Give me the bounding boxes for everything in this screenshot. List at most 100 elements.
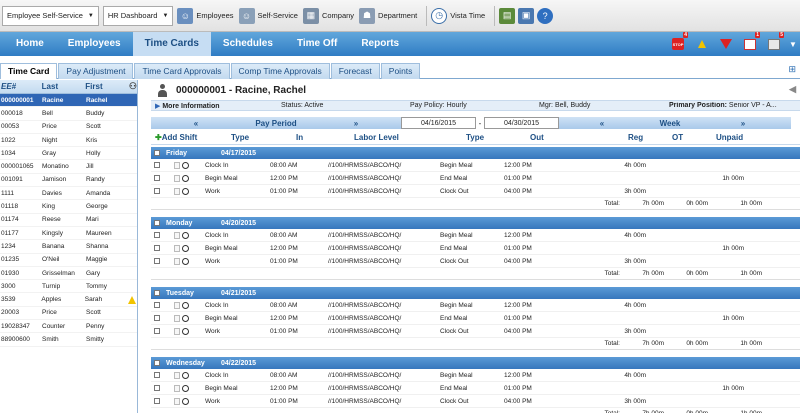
window-icon[interactable]: ▣: [518, 7, 535, 24]
shift-checkbox[interactable]: [154, 372, 160, 378]
nav-schedules[interactable]: Schedules: [211, 33, 285, 55]
vista-time-link[interactable]: ◷ Vista Time: [431, 7, 485, 24]
warning-alert-button[interactable]: [690, 33, 714, 55]
shift-checkbox[interactable]: [154, 245, 160, 251]
note-icon[interactable]: [174, 327, 180, 335]
search-icon[interactable]: [182, 231, 189, 239]
search-icon[interactable]: [182, 257, 189, 265]
employee-row[interactable]: 000001065 Monatino Jill: [0, 160, 137, 174]
period-start-input[interactable]: 04/16/2015: [401, 117, 476, 129]
tasks-button[interactable]: 5: [762, 32, 786, 55]
shift-checkbox[interactable]: [154, 188, 160, 194]
day-select-checkbox[interactable]: [154, 150, 160, 156]
shift-checkbox[interactable]: [154, 385, 160, 391]
clipboard-icon[interactable]: ▤: [499, 7, 516, 24]
note-icon[interactable]: [174, 161, 180, 169]
employee-row[interactable]: 01174 Reese Mari: [0, 214, 137, 227]
help-icon[interactable]: ?: [537, 7, 554, 24]
nav-time-off[interactable]: Time Off: [285, 33, 349, 55]
col-first[interactable]: First: [85, 82, 129, 91]
employee-row[interactable]: 01235 O'Neil Maggie: [0, 254, 137, 267]
employee-row[interactable]: 3539 Apples Sarah: [0, 293, 137, 307]
employee-row[interactable]: 01177 Kingsly Maureen: [0, 227, 137, 241]
day-select-checkbox[interactable]: [154, 360, 160, 366]
search-icon[interactable]: [182, 174, 189, 182]
day-select-checkbox[interactable]: [154, 220, 160, 226]
employees-link[interactable]: ☺ Employees: [177, 7, 234, 24]
filter-people-icon[interactable]: ⚇: [129, 81, 137, 92]
search-icon[interactable]: [182, 301, 189, 309]
tab-time-card[interactable]: Time Card: [0, 63, 58, 79]
note-icon[interactable]: [174, 314, 180, 322]
nav-reports[interactable]: Reports: [349, 33, 411, 55]
back-arrow-icon[interactable]: ◀: [789, 84, 796, 95]
shift-checkbox[interactable]: [154, 315, 160, 321]
employee-row[interactable]: 1234 Banana Shanna: [0, 240, 137, 254]
employee-row[interactable]: 1034 Gray Holly: [0, 147, 137, 161]
note-icon[interactable]: [174, 384, 180, 392]
nav-employees[interactable]: Employees: [56, 33, 133, 55]
pay-period-prev-button[interactable]: «: [151, 117, 241, 129]
note-icon[interactable]: [174, 244, 180, 252]
add-shift-button[interactable]: ✚Add Shift: [151, 133, 231, 142]
employee-row[interactable]: 000000001 Racine Rachel: [0, 94, 137, 108]
employee-row[interactable]: 88900600 Smith Smitty: [0, 333, 137, 347]
note-icon[interactable]: [174, 257, 180, 265]
employee-row[interactable]: 20003 Price Scott: [0, 307, 137, 321]
portal-dropdown[interactable]: Employee Self-Service ▼: [2, 5, 99, 26]
self-service-link[interactable]: ☺ Self-Service: [238, 7, 298, 24]
department-link[interactable]: ☗ Department: [359, 7, 417, 24]
employee-row[interactable]: 1111 Davies Amanda: [0, 187, 137, 201]
note-icon[interactable]: [174, 301, 180, 309]
note-icon[interactable]: [174, 371, 180, 379]
nav-time-cards[interactable]: Time Cards: [132, 32, 211, 56]
messages-button[interactable]: 1: [738, 32, 762, 55]
search-icon[interactable]: [182, 384, 189, 392]
company-link[interactable]: ▦ Company: [302, 7, 354, 24]
search-icon[interactable]: [182, 327, 189, 335]
tab-comp-time-approvals[interactable]: Comp Time Approvals: [230, 63, 330, 79]
shift-checkbox[interactable]: [154, 398, 160, 404]
employee-row[interactable]: 00053 Price Scott: [0, 121, 137, 134]
col-last[interactable]: Last: [42, 82, 86, 91]
employee-row[interactable]: 3000 Turnip Tommy: [0, 280, 137, 294]
shift-checkbox[interactable]: [154, 162, 160, 168]
search-icon[interactable]: [182, 371, 189, 379]
search-icon[interactable]: [182, 314, 189, 322]
employee-row[interactable]: 01930 Grisselman Gary: [0, 267, 137, 281]
nav-more-button[interactable]: ▼: [786, 33, 800, 55]
dashboard-dropdown[interactable]: HR Dashboard ▼: [102, 5, 174, 26]
search-icon[interactable]: [182, 244, 189, 252]
employee-row[interactable]: 001091 Jamison Randy: [0, 174, 137, 188]
search-icon[interactable]: [182, 187, 189, 195]
shift-checkbox[interactable]: [154, 328, 160, 334]
week-prev-button[interactable]: «: [559, 117, 645, 129]
note-icon[interactable]: [174, 174, 180, 182]
employee-row[interactable]: 19028347 Counter Penny: [0, 320, 137, 334]
nav-home[interactable]: Home: [0, 33, 56, 55]
note-icon[interactable]: [174, 397, 180, 405]
stop-alert-button[interactable]: STOP 4: [666, 32, 690, 55]
employee-row[interactable]: 000018 Bell Buddy: [0, 107, 137, 121]
shift-checkbox[interactable]: [154, 232, 160, 238]
search-icon[interactable]: [182, 397, 189, 405]
down-alert-button[interactable]: [714, 33, 738, 55]
shift-checkbox[interactable]: [154, 258, 160, 264]
employee-row[interactable]: 1022 Night Kris: [0, 134, 137, 148]
day-select-checkbox[interactable]: [154, 290, 160, 296]
col-ee[interactable]: EE#: [0, 82, 42, 91]
tab-time-card-approvals[interactable]: Time Card Approvals: [134, 63, 230, 79]
week-next-button[interactable]: »: [695, 117, 791, 129]
note-icon[interactable]: [174, 187, 180, 195]
pay-period-next-button[interactable]: »: [311, 117, 401, 129]
employee-row[interactable]: 01118 King George: [0, 200, 137, 214]
search-icon[interactable]: [182, 161, 189, 169]
tab-points[interactable]: Points: [380, 63, 421, 79]
period-end-input[interactable]: 04/30/2015: [484, 117, 559, 129]
shift-checkbox[interactable]: [154, 175, 160, 181]
layout-toggle-icon[interactable]: ⊞: [788, 64, 796, 75]
more-info-toggle[interactable]: ▶ More Information: [151, 102, 281, 110]
tab-pay-adjustment[interactable]: Pay Adjustment: [58, 63, 134, 79]
shift-checkbox[interactable]: [154, 302, 160, 308]
tab-forecast[interactable]: Forecast: [330, 63, 380, 79]
